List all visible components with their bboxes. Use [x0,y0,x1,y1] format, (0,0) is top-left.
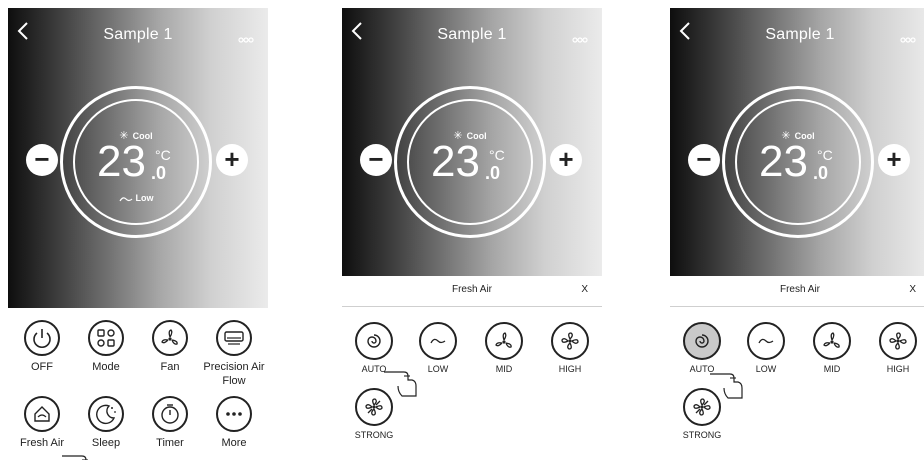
air-flow-icon [216,320,252,356]
fan-icon [485,322,523,360]
more-button[interactable]: More [202,396,266,450]
page-title: Sample 1 [437,26,507,43]
status-hero: Sample 1 − ✳ Cool 23 °C .0 Low + [8,8,268,308]
status-hero: Sample 1 − ✳ Cool 23 °C .0 + [342,8,602,276]
precision-air-flow-button[interactable]: Precision Air Flow [202,320,266,388]
low-breeze-icon [118,196,132,201]
option-mid-label: MID [495,364,513,374]
temperature-decimal: .0 [485,163,501,183]
temperature-dial: ✳ Cool 23 °C .0 [394,86,546,238]
off-button[interactable]: OFF [10,320,74,374]
temperature-dial-inner: ✳ Cool 23 °C .0 [735,99,861,225]
temperature-unit: °C [489,147,505,163]
option-high[interactable]: HIGH [540,322,600,374]
low-breeze-icon [747,322,785,360]
fan-icon [813,322,851,360]
fan-label: Low [135,193,154,203]
more-options-icon[interactable] [900,30,920,43]
temperature-decimal: .0 [151,163,167,183]
temperature-dial-inner: ✳ Cool 23 °C .0 [407,99,533,225]
off-label: OFF [31,361,53,373]
panel-divider [670,306,924,307]
temperature-value: 23 [431,137,480,186]
more-options-icon[interactable] [572,30,592,43]
phone-screen-fresh-air: Sample 1 − ✳ Cool 23 °C .0 + Fresh Air X … [342,8,602,460]
mode-grid-icon [88,320,124,356]
hand-pointer-icon [710,373,743,399]
fresh-air-panel: Fresh Air X AUTO LOW MID HIGH STRONG [342,276,602,460]
phone-screen-fresh-air-selected: Sample 1 − ✳ Cool 23 °C .0 + Fresh Air X … [670,8,924,460]
status-hero: Sample 1 − ✳ Cool 23 °C .0 + [670,8,924,276]
temp-increase-button[interactable]: + [550,144,582,176]
auto-swirl-icon [355,322,393,360]
fan-high-icon [551,322,589,360]
temp-decrease-button[interactable]: − [360,144,392,176]
option-low[interactable]: LOW [736,322,796,374]
sleep-icon [88,396,124,432]
low-breeze-icon [419,322,457,360]
mode-button[interactable]: Mode [74,320,138,374]
temp-increase-button[interactable]: + [878,144,910,176]
temp-decrease-button[interactable]: − [26,144,58,176]
option-mid-label: MID [823,364,841,374]
more-label: More [221,437,247,449]
sleep-label: Sleep [91,437,121,449]
temperature-decimal: .0 [813,163,829,183]
phone-screen-main: Sample 1 − ✳ Cool 23 °C .0 Low + OFF Mod… [8,8,268,460]
page-title: Sample 1 [765,26,835,43]
option-high-label: HIGH [886,364,910,374]
panel-divider [342,306,602,307]
fresh-air-label: Fresh Air [19,437,64,449]
close-button[interactable]: X [581,284,588,295]
timer-icon [152,396,188,432]
fresh-air-panel: Fresh Air X AUTO LOW MID HIGH STRONG [670,276,924,460]
temp-decrease-button[interactable]: − [688,144,720,176]
option-auto[interactable]: AUTO [344,322,404,374]
close-button[interactable]: X [909,284,916,295]
fan-indicator: Low [75,193,197,203]
option-auto[interactable]: AUTO [672,322,732,374]
option-high[interactable]: HIGH [868,322,924,374]
hand-pointer-icon [384,371,417,397]
more-options-icon[interactable] [238,30,258,43]
panel-title: Fresh Air [451,284,492,295]
temperature-dial-inner: ✳ Cool 23 °C .0 Low [73,99,199,225]
fan-button[interactable]: Fan [138,320,202,374]
panel-title: Fresh Air [779,284,820,295]
precision-air-flow-label: Precision Air Flow [203,361,265,387]
timer-label: Timer [156,437,184,449]
temperature-dial: ✳ Cool 23 °C .0 [722,86,874,238]
auto-swirl-icon [683,322,721,360]
option-strong-label: STRONG [354,430,394,440]
option-mid[interactable]: MID [802,322,862,374]
option-low[interactable]: LOW [408,322,468,374]
top-bar: Sample 1 [670,8,924,58]
temperature-unit: °C [817,147,833,163]
option-mid[interactable]: MID [474,322,534,374]
sleep-button[interactable]: Sleep [74,396,138,450]
temperature-unit: °C [155,147,171,163]
temperature-value: 23 [759,137,808,186]
fan-high-icon [879,322,917,360]
fan-label: Fan [160,361,180,373]
mode-label: Mode [92,361,120,373]
fan-icon [152,320,188,356]
hand-pointer-icon [62,455,88,460]
top-bar: Sample 1 [342,8,602,58]
more-icon [216,396,252,432]
temperature-value: 23 [97,137,146,186]
fresh-air-button[interactable]: Fresh Air [10,396,74,450]
control-grid: OFF Mode Fan Precision Air Flow Fresh Ai… [8,308,268,460]
option-strong-label: STRONG [682,430,722,440]
option-high-label: HIGH [558,364,582,374]
page-title: Sample 1 [103,26,173,43]
temp-increase-button[interactable]: + [216,144,248,176]
fresh-air-icon [24,396,60,432]
timer-button[interactable]: Timer [138,396,202,450]
temperature-dial: ✳ Cool 23 °C .0 Low [60,86,212,238]
top-bar: Sample 1 [8,8,268,58]
power-icon [24,320,60,356]
